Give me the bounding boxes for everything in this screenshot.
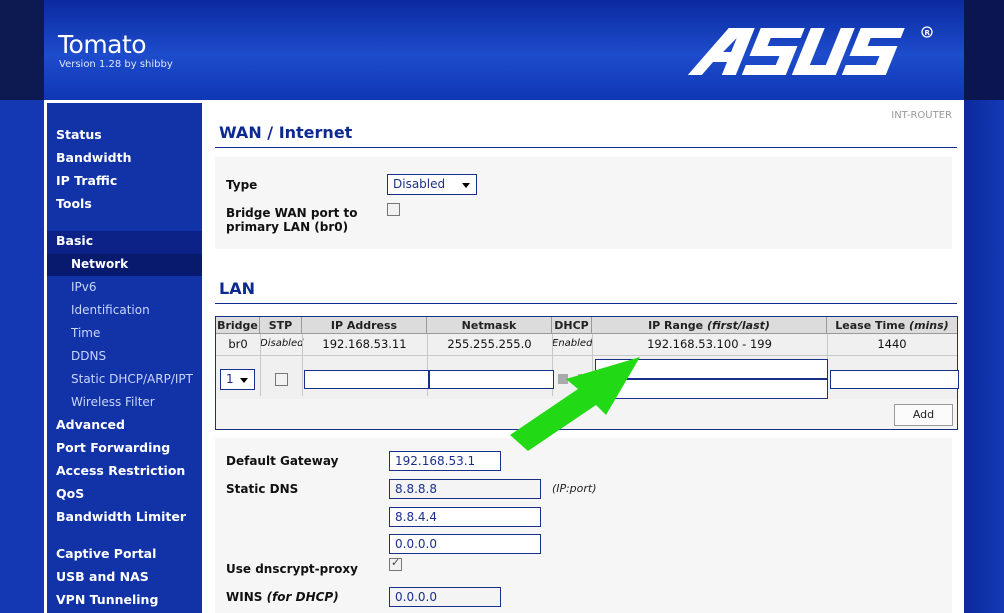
sidebar-item-time[interactable]: Time — [71, 323, 100, 343]
dns-input-3[interactable]: 0.0.0.0 — [389, 534, 541, 554]
dns-hint: (IP:port) — [552, 482, 597, 495]
sidebar-item-port-forwarding[interactable]: Port Forwarding — [56, 438, 170, 458]
col-dhcp: DHCP — [552, 317, 592, 334]
cell-stp: Disabled — [260, 338, 304, 349]
sidebar-item-status[interactable]: Status — [56, 125, 102, 145]
chevron-down-icon — [240, 378, 248, 383]
sidebar-item-identification[interactable]: Identification — [71, 300, 150, 320]
bridge-wan-label-1: Bridge WAN port to — [226, 206, 358, 220]
sidebar-item-static-dhcp[interactable]: Static DHCP/ARP/IPT — [71, 369, 193, 389]
sidebar: Status Bandwidth IP Traffic Tools Basic … — [44, 100, 202, 613]
new-stp-checkbox[interactable] — [275, 373, 288, 386]
wan-panel: Type Disabled Bridge WAN port to primary… — [215, 157, 952, 249]
col-ip-address: IP Address — [302, 317, 427, 334]
new-lease-input[interactable] — [830, 370, 959, 389]
wins-label: WINS (for DHCP) — [226, 590, 339, 604]
wan-type-select[interactable]: Disabled — [387, 174, 477, 195]
cell-lease: 1440 — [877, 337, 907, 351]
sidebar-item-ddns[interactable]: DDNS — [71, 346, 106, 366]
new-bridge-select[interactable]: 1 — [220, 369, 255, 390]
app-title: Tomato — [58, 30, 147, 59]
sidebar-item-captive-portal[interactable]: Captive Portal — [56, 544, 156, 564]
green-arrow-icon — [510, 357, 640, 451]
lan-settings-panel: Default Gateway 192.168.53.1 Static DNS … — [215, 438, 952, 613]
sidebar-item-tools[interactable]: Tools — [56, 194, 92, 214]
sidebar-item-bandwidth[interactable]: Bandwidth — [56, 148, 131, 168]
cell-bridge: br0 — [228, 337, 248, 351]
sidebar-item-wireless-filter[interactable]: Wireless Filter — [71, 392, 155, 412]
dnscrypt-checkbox[interactable] — [389, 556, 402, 571]
right-background-top — [964, 0, 1004, 100]
gateway-label: Default Gateway — [226, 454, 339, 468]
col-ip-range: IP Range (first/last) — [592, 317, 827, 334]
cell-ip: 192.168.53.11 — [322, 337, 407, 351]
dnscrypt-label: Use dnscrypt-proxy — [226, 562, 358, 576]
sidebar-item-access-restriction[interactable]: Access Restriction — [56, 461, 185, 481]
wins-input[interactable]: 0.0.0.0 — [389, 587, 501, 607]
cell-dhcp: Enabled — [552, 338, 593, 349]
svg-text:R: R — [925, 29, 931, 37]
sidebar-item-ipv6[interactable]: IPv6 — [71, 277, 97, 297]
col-stp: STP — [260, 317, 302, 334]
static-dns-label: Static DNS — [226, 482, 299, 496]
new-ip-input[interactable] — [304, 370, 429, 389]
sidebar-item-network[interactable]: Network — [71, 254, 128, 274]
wan-type-value: Disabled — [393, 177, 446, 191]
sidebar-item-usb-nas[interactable]: USB and NAS — [56, 567, 149, 587]
wan-section-title: WAN / Internet — [219, 123, 353, 142]
left-background — [0, 0, 44, 613]
sidebar-item-qos[interactable]: QoS — [56, 484, 84, 504]
router-name: INT-ROUTER — [891, 110, 952, 121]
dns-input-1[interactable]: 8.8.8.8 — [389, 479, 541, 499]
wan-type-label: Type — [226, 178, 258, 192]
sidebar-item-vpn-tunneling[interactable]: VPN Tunneling — [56, 590, 158, 610]
lan-section-title: LAN — [219, 279, 255, 298]
lan-table-header: Bridge STP IP Address Netmask DHCP IP Ra… — [216, 317, 957, 334]
col-lease-time: Lease Time (mins) — [835, 319, 949, 332]
bridge-wan-checkbox[interactable] — [387, 203, 400, 216]
sidebar-item-ip-traffic[interactable]: IP Traffic — [56, 171, 117, 191]
sidebar-item-basic[interactable]: Basic — [56, 231, 93, 251]
dns-input-2[interactable]: 8.8.4.4 — [389, 507, 541, 527]
sidebar-item-advanced[interactable]: Advanced — [56, 415, 125, 435]
sidebar-item-bandwidth-limiter[interactable]: Bandwidth Limiter — [56, 507, 186, 527]
cell-range: 192.168.53.100 - 199 — [647, 337, 772, 351]
gateway-input[interactable]: 192.168.53.1 — [389, 451, 501, 471]
chevron-down-icon — [462, 183, 470, 188]
col-bridge: Bridge — [216, 317, 260, 334]
col-netmask: Netmask — [427, 317, 552, 334]
app-version: Version 1.28 by shibby — [59, 59, 173, 70]
bridge-wan-label-2: primary LAN (br0) — [226, 220, 349, 234]
add-button[interactable]: Add — [894, 404, 953, 426]
cell-netmask: 255.255.255.0 — [447, 337, 532, 351]
asus-logo: R — [687, 26, 933, 75]
